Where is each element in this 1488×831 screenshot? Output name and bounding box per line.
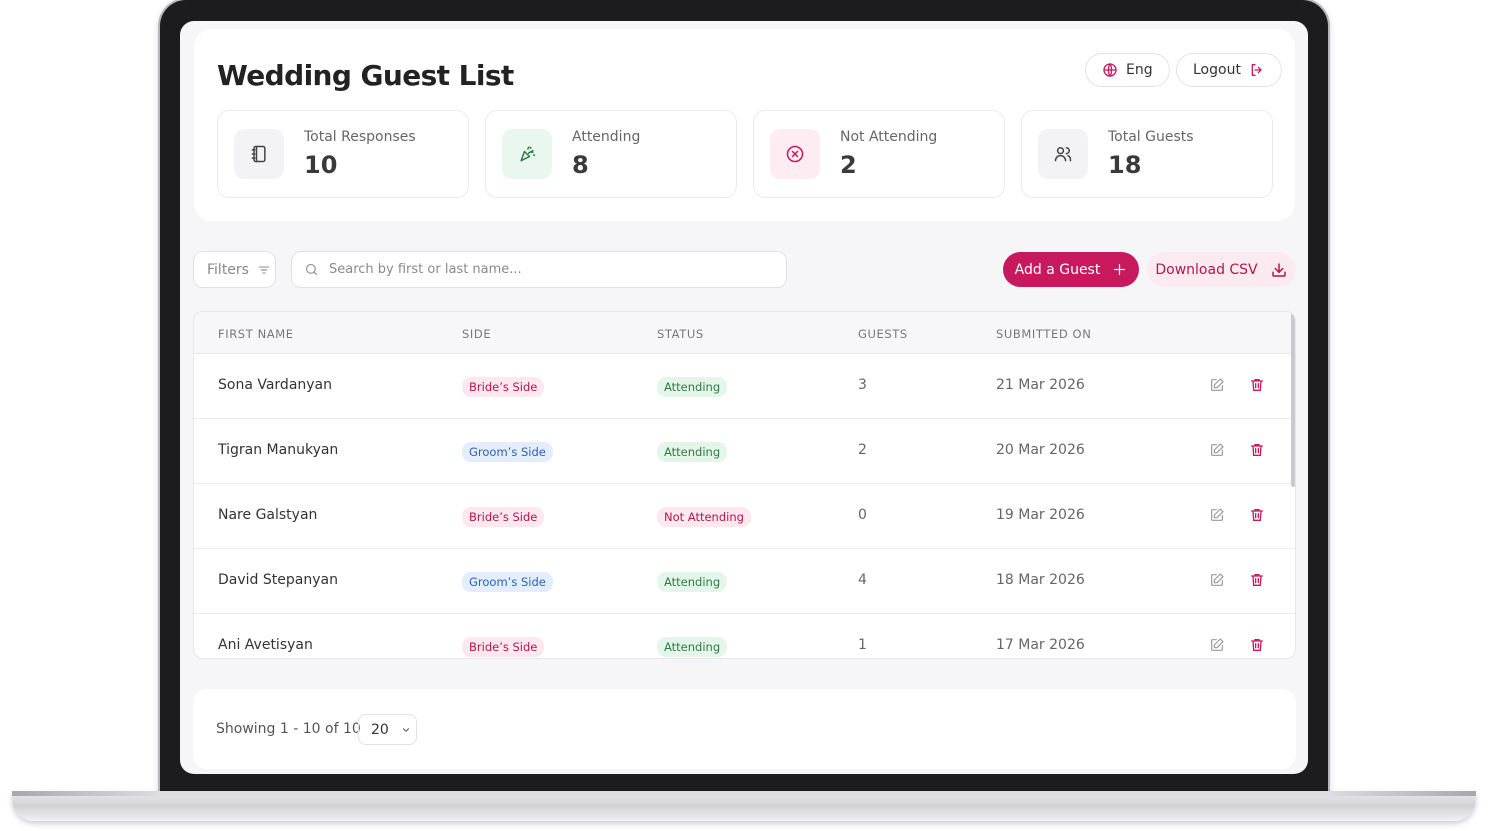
table-row[interactable]: David Stepanyan Groom’s Side Attending 4… [194,549,1295,614]
stat-icon-box [1038,129,1088,179]
guest-count: 3 [858,377,867,393]
logout-label: Logout [1193,62,1241,78]
submitted-date: 17 Mar 2026 [996,637,1085,653]
guest-table: FIRST NAME SIDE STATUS GUESTS SUBMITTED … [193,311,1296,659]
page-size-select[interactable]: 20 [358,714,417,745]
submitted-date: 20 Mar 2026 [996,442,1085,458]
side-badge: Bride’s Side [462,637,545,657]
guest-count: 2 [858,442,867,458]
header-first-name[interactable]: FIRST NAME [218,327,294,341]
edit-icon[interactable] [1209,377,1225,393]
party-popper-icon [520,146,536,162]
table-row[interactable]: Nare Galstyan Bride’s Side Not Attending… [194,484,1295,549]
submitted-date: 18 Mar 2026 [996,572,1085,588]
logout-button[interactable]: Logout [1176,53,1282,87]
status-badge: Attending [657,572,728,592]
header-card: Wedding Guest List Eng Logout Total Resp… [194,29,1295,221]
stat-value: 18 [1108,151,1142,179]
search-icon [305,263,318,276]
download-icon [1271,262,1286,277]
table-row[interactable]: Tigran Manukyan Groom’s Side Attending 2… [194,419,1295,484]
status-badge: Attending [657,442,728,462]
header-guests[interactable]: GUESTS [858,327,908,341]
table-row[interactable]: Sona Vardanyan Bride’s Side Attending 3 … [194,354,1295,419]
stat-label: Total Responses [304,129,416,145]
chevron-down-icon [402,727,409,732]
guest-name: Nare Galstyan [218,507,318,523]
globe-icon [1103,63,1117,77]
logout-icon [1251,64,1262,76]
edit-icon[interactable] [1209,442,1225,458]
add-guest-button[interactable]: Add a Guest [1003,252,1139,287]
edit-icon[interactable] [1209,637,1225,653]
edit-icon[interactable] [1209,507,1225,523]
guest-count: 0 [858,507,867,523]
table-scrollbar[interactable] [1291,312,1295,487]
download-csv-label: Download CSV [1155,261,1258,278]
side-badge: Groom’s Side [462,572,553,592]
status-badge: Not Attending [657,507,751,527]
guest-name: David Stepanyan [218,572,338,588]
showing-count: Showing 1 - 10 of 10 [216,721,361,737]
guest-name: Tigran Manukyan [218,442,339,458]
submitted-date: 19 Mar 2026 [996,507,1085,523]
stat-value: 8 [572,151,589,179]
language-button[interactable]: Eng [1085,53,1170,87]
side-badge: Bride’s Side [462,507,545,527]
status-badge: Attending [657,637,728,657]
header-status[interactable]: STATUS [657,327,704,341]
trash-icon[interactable] [1249,572,1265,588]
table-header: FIRST NAME SIDE STATUS GUESTS SUBMITTED … [194,312,1295,354]
edit-icon[interactable] [1209,572,1225,588]
search-box[interactable] [291,251,787,288]
filters-label: Filters [207,261,249,278]
stats-row: Total Responses 10 Attending 8 Not Atten… [217,110,1273,198]
notebook-icon [251,145,266,163]
stat-label: Not Attending [840,129,938,145]
stat-value: 2 [840,151,857,179]
filter-icon [258,266,270,273]
page-size-value: 20 [371,721,389,738]
stat-value: 10 [304,151,338,179]
trash-icon[interactable] [1249,507,1265,523]
filters-button[interactable]: Filters [193,251,276,288]
header-submitted-on[interactable]: SUBMITTED ON [996,327,1091,341]
language-label: Eng [1126,62,1153,78]
laptop-base [12,791,1476,821]
app-screen: Wedding Guest List Eng Logout Total Resp… [180,21,1308,774]
guest-count: 4 [858,572,867,588]
guest-count: 1 [858,637,867,653]
table-row[interactable]: Ani Avetisyan Bride’s Side Attending 1 1… [194,614,1295,658]
side-badge: Bride’s Side [462,377,545,397]
page-title: Wedding Guest List [217,59,514,92]
trash-icon[interactable] [1249,637,1265,653]
header-side[interactable]: SIDE [462,327,491,341]
guest-name: Ani Avetisyan [218,637,313,653]
add-guest-label: Add a Guest [1014,261,1101,278]
x-circle-icon [786,145,804,163]
stat-card-total-responses: Total Responses 10 [217,110,469,198]
plus-icon [1114,263,1126,276]
status-badge: Attending [657,377,728,397]
users-icon [1054,147,1072,162]
stat-icon-box [234,129,284,179]
submitted-date: 21 Mar 2026 [996,377,1085,393]
stat-label: Attending [572,129,641,145]
stat-label: Total Guests [1108,129,1194,145]
guest-name: Sona Vardanyan [218,377,333,393]
stat-icon-box [770,129,820,179]
stat-card-total-guests: Total Guests 18 [1021,110,1273,198]
search-input[interactable] [329,262,769,277]
trash-icon[interactable] [1249,377,1265,393]
side-badge: Groom’s Side [462,442,553,462]
download-csv-button[interactable]: Download CSV [1147,252,1296,287]
trash-icon[interactable] [1249,442,1265,458]
pagination-footer: Showing 1 - 10 of 10 20 [193,689,1296,769]
stat-card-attending: Attending 8 [485,110,737,198]
stat-icon-box [502,129,552,179]
stat-card-not-attending: Not Attending 2 [753,110,1005,198]
